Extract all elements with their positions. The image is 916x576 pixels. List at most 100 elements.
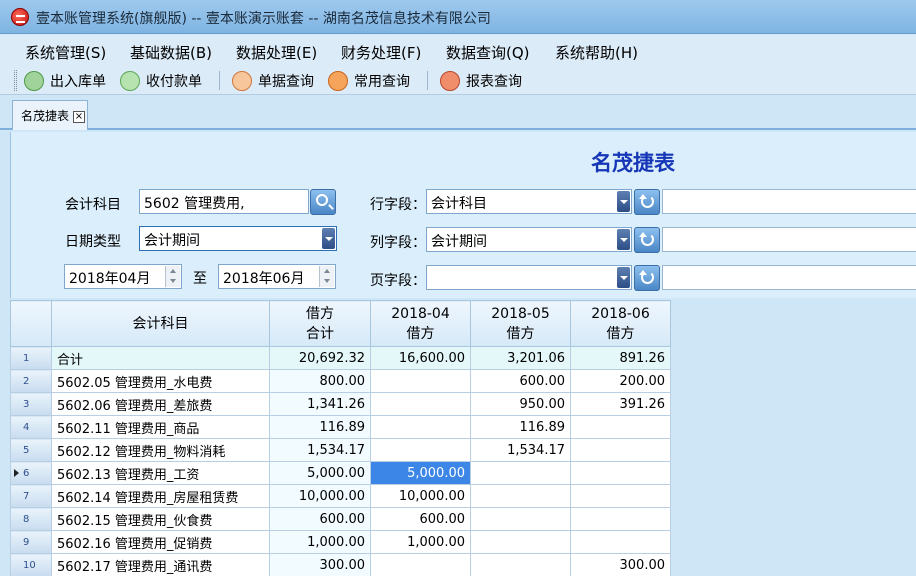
table-row[interactable]: 8 5602.15 管理费用_伙食费 600.00 600.00 — [10, 507, 671, 531]
report-query-button[interactable]: 报表查询 — [440, 68, 522, 93]
total-cell[interactable]: 1,534.17 — [269, 438, 371, 462]
total-cell[interactable]: 10,000.00 — [269, 484, 371, 508]
account-cell[interactable]: 5602.13 管理费用_工资 — [51, 461, 270, 485]
period-cell[interactable] — [470, 507, 571, 531]
total-cell[interactable]: 20,692.32 — [269, 346, 371, 370]
period-cell[interactable] — [370, 415, 471, 439]
col-field-select[interactable]: 会计期间 — [426, 227, 632, 252]
period-2018-05-column-header[interactable]: 2018-05 借方 — [470, 300, 571, 347]
period-cell[interactable] — [570, 438, 671, 462]
row-number[interactable]: 10 — [10, 553, 52, 576]
total-cell[interactable]: 1,341.26 — [269, 392, 371, 416]
account-cell[interactable]: 5602.12 管理费用_物料消耗 — [51, 438, 270, 462]
table-row[interactable]: 2 5602.05 管理费用_水电费 800.00 600.00 200.00 — [10, 369, 671, 393]
account-input[interactable]: 5602 管理费用, — [139, 189, 309, 214]
period-cell[interactable] — [570, 461, 671, 485]
table-row-selected[interactable]: 6 5602.13 管理费用_工资 5,000.00 5,000.00 — [10, 461, 671, 485]
menu-system[interactable]: 系统管理(S) — [25, 42, 106, 63]
account-cell[interactable]: 合计 — [51, 346, 270, 370]
row-number[interactable]: 5 — [10, 438, 52, 462]
row-number[interactable]: 4 — [10, 415, 52, 439]
period-cell[interactable] — [370, 369, 471, 393]
selected-cell[interactable]: 5,000.00 — [370, 461, 471, 485]
date-to-input[interactable]: 2018年06月 — [218, 264, 336, 289]
account-cell[interactable]: 5602.17 管理费用_通讯费 — [51, 553, 270, 576]
page-field-select[interactable] — [426, 265, 632, 290]
row-field-extra[interactable] — [662, 189, 916, 214]
account-search-button[interactable] — [310, 189, 336, 215]
chevron-down-icon[interactable] — [617, 191, 630, 212]
period-cell[interactable]: 10,000.00 — [370, 484, 471, 508]
period-cell[interactable] — [370, 553, 471, 576]
total-cell[interactable]: 800.00 — [269, 369, 371, 393]
debit-total-column-header[interactable]: 借方 合计 — [269, 300, 371, 347]
period-cell[interactable] — [570, 484, 671, 508]
table-row[interactable]: 3 5602.06 管理费用_差旅费 1,341.26 950.00 391.2… — [10, 392, 671, 416]
period-cell[interactable] — [570, 415, 671, 439]
table-row[interactable]: 7 5602.14 管理费用_房屋租赁费 10,000.00 10,000.00 — [10, 484, 671, 508]
account-column-header[interactable]: 会计科目 — [51, 300, 270, 347]
row-field-refresh-button[interactable] — [634, 189, 660, 215]
period-cell[interactable]: 950.00 — [470, 392, 571, 416]
col-field-refresh-button[interactable] — [634, 227, 660, 253]
account-cell[interactable]: 5602.06 管理费用_差旅费 — [51, 392, 270, 416]
page-field-refresh-button[interactable] — [634, 265, 660, 291]
date-from-input[interactable]: 2018年04月 — [64, 264, 182, 289]
close-icon[interactable]: × — [73, 111, 85, 123]
toolbar-grip[interactable] — [14, 70, 17, 91]
account-cell[interactable]: 5602.15 管理费用_伙食费 — [51, 507, 270, 531]
period-cell[interactable] — [470, 461, 571, 485]
period-cell[interactable]: 16,600.00 — [370, 346, 471, 370]
row-number[interactable]: 6 — [10, 461, 52, 485]
row-number[interactable]: 9 — [10, 530, 52, 554]
date-type-select[interactable]: 会计期间 — [139, 226, 337, 251]
row-number[interactable]: 8 — [10, 507, 52, 531]
period-cell[interactable]: 1,534.17 — [470, 438, 571, 462]
chevron-down-icon[interactable] — [617, 229, 630, 250]
total-cell[interactable]: 5,000.00 — [269, 461, 371, 485]
tab-quick-report[interactable]: 名茂捷表 × — [12, 100, 88, 130]
period-cell[interactable] — [370, 438, 471, 462]
row-number[interactable]: 3 — [10, 392, 52, 416]
period-cell[interactable]: 600.00 — [470, 369, 571, 393]
table-row[interactable]: 10 5602.17 管理费用_通讯费 300.00 300.00 — [10, 553, 671, 576]
period-cell[interactable]: 391.26 — [570, 392, 671, 416]
voucher-query-button[interactable]: 单据查询 — [232, 68, 314, 93]
period-cell[interactable] — [470, 484, 571, 508]
period-cell[interactable]: 300.00 — [570, 553, 671, 576]
period-cell[interactable] — [470, 553, 571, 576]
date-to-spinner[interactable] — [319, 266, 334, 287]
menu-data-processing[interactable]: 数据处理(E) — [236, 42, 317, 63]
period-cell[interactable]: 891.26 — [570, 346, 671, 370]
total-cell[interactable]: 300.00 — [269, 553, 371, 576]
table-row[interactable]: 5 5602.12 管理费用_物料消耗 1,534.17 1,534.17 — [10, 438, 671, 462]
period-cell[interactable]: 1,000.00 — [370, 530, 471, 554]
period-2018-06-column-header[interactable]: 2018-06 借方 — [570, 300, 671, 347]
account-cell[interactable]: 5602.11 管理费用_商品 — [51, 415, 270, 439]
period-cell[interactable] — [370, 392, 471, 416]
period-cell[interactable]: 600.00 — [370, 507, 471, 531]
menu-query[interactable]: 数据查询(Q) — [446, 42, 530, 63]
row-number[interactable]: 7 — [10, 484, 52, 508]
common-query-button[interactable]: 常用查询 — [328, 68, 410, 93]
col-field-extra[interactable] — [662, 227, 916, 252]
period-cell[interactable] — [570, 530, 671, 554]
chevron-down-icon[interactable] — [617, 267, 630, 288]
page-field-extra[interactable] — [662, 265, 916, 290]
account-cell[interactable]: 5602.05 管理费用_水电费 — [51, 369, 270, 393]
total-cell[interactable]: 116.89 — [269, 415, 371, 439]
period-cell[interactable] — [570, 507, 671, 531]
period-2018-04-column-header[interactable]: 2018-04 借方 — [370, 300, 471, 347]
period-cell[interactable] — [470, 530, 571, 554]
date-from-spinner[interactable] — [165, 266, 180, 287]
menu-finance[interactable]: 财务处理(F) — [341, 42, 421, 63]
stock-order-button[interactable]: 出入库单 — [24, 68, 106, 93]
row-number[interactable]: 1 — [10, 346, 52, 370]
period-cell[interactable]: 200.00 — [570, 369, 671, 393]
account-cell[interactable]: 5602.14 管理费用_房屋租赁费 — [51, 484, 270, 508]
period-cell[interactable]: 3,201.06 — [470, 346, 571, 370]
row-number[interactable]: 2 — [10, 369, 52, 393]
period-cell[interactable]: 116.89 — [470, 415, 571, 439]
table-row[interactable]: 9 5602.16 管理费用_促销费 1,000.00 1,000.00 — [10, 530, 671, 554]
chevron-down-icon[interactable] — [322, 228, 335, 249]
